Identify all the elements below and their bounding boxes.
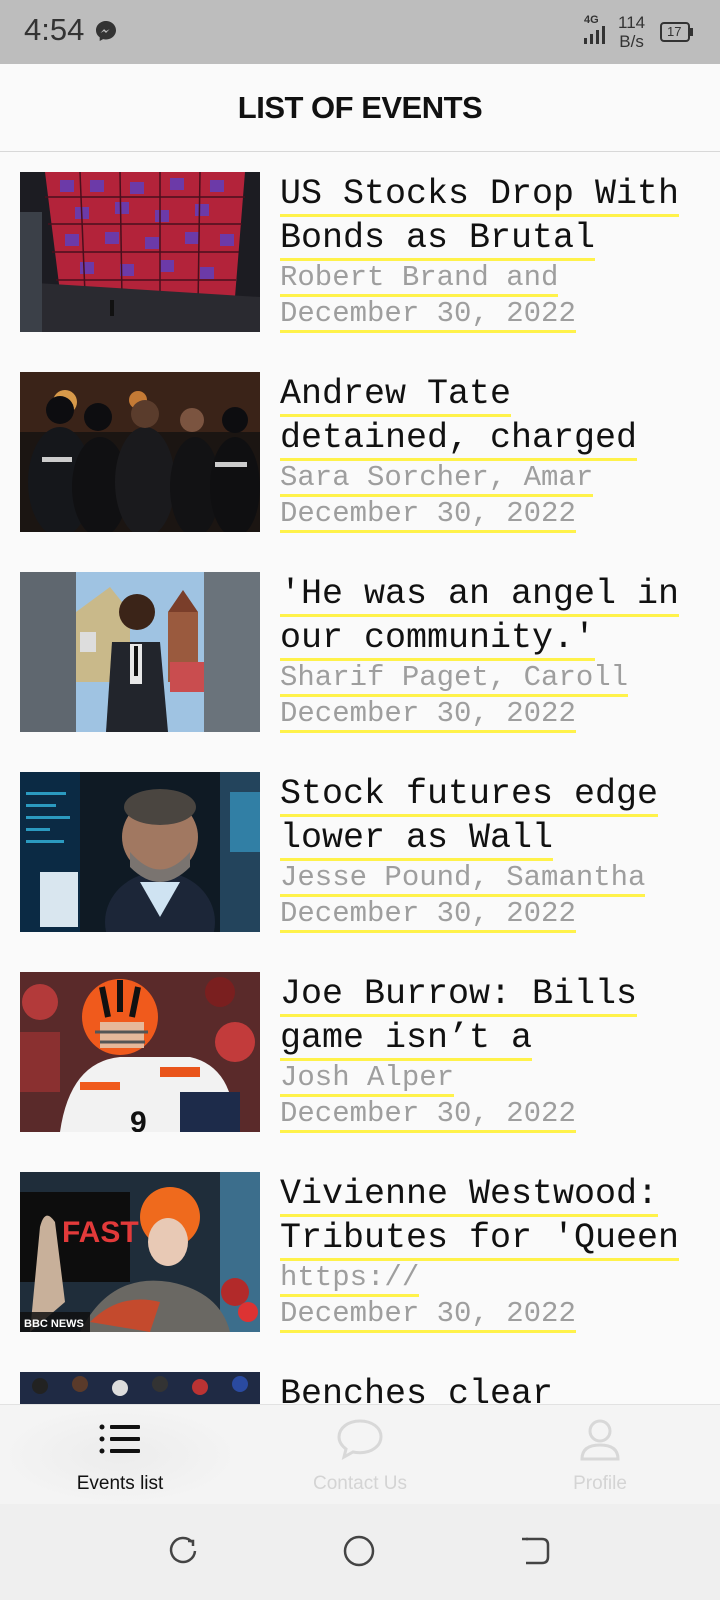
event-thumbnail[interactable] — [20, 772, 260, 932]
event-title: detained, charged — [280, 418, 638, 461]
event-item[interactable]: US Stocks Drop With Bonds as Brutal Robe… — [0, 152, 720, 352]
list-icon — [96, 1417, 144, 1466]
event-title: 'He was an angel in — [280, 574, 680, 617]
status-time: 4:54 — [24, 12, 85, 47]
event-date: December 30, 2022 — [280, 1297, 576, 1333]
nav-profile[interactable]: Profile — [480, 1405, 720, 1505]
system-navigation-bar — [0, 1504, 720, 1600]
event-thumbnail[interactable]: FAST BBC NEWS — [20, 1172, 260, 1332]
bottom-navigation: Events list Contact Us Profile — [0, 1404, 720, 1505]
event-item[interactable]: Benches clear — [0, 1352, 720, 1404]
event-item[interactable]: 'He was an angel in our community.' Shar… — [0, 552, 720, 752]
event-date: December 30, 2022 — [280, 297, 576, 333]
event-thumbnail[interactable] — [20, 572, 260, 732]
event-title: Vivienne Westwood: — [280, 1174, 659, 1217]
event-date: December 30, 2022 — [280, 897, 576, 933]
chat-bubble-icon — [336, 1417, 384, 1466]
fast-text: FAST — [62, 1216, 139, 1249]
signal-icon — [584, 26, 606, 49]
event-item[interactable]: FAST BBC NEWS Vivienne Westwood: Tribute… — [0, 1152, 720, 1352]
nav-label: Profile — [573, 1473, 627, 1494]
event-date: December 30, 2022 — [280, 497, 576, 533]
page-title: LIST OF EVENTS — [237, 90, 483, 125]
event-author: Sara Sorcher, Amar — [280, 461, 594, 497]
nav-label: Events list — [76, 1473, 164, 1494]
event-title: game isn’t a — [280, 1018, 533, 1061]
messenger-icon — [94, 19, 118, 48]
event-thumbnail[interactable] — [20, 372, 260, 532]
event-thumbnail[interactable] — [20, 1372, 260, 1404]
event-title: Stock futures edge — [280, 774, 659, 817]
event-title: Benches clear — [280, 1374, 554, 1404]
event-title: US Stocks Drop With — [280, 174, 680, 217]
nav-contact-us[interactable]: Contact Us — [240, 1405, 480, 1505]
event-item[interactable]: Andrew Tate detained, charged Sara Sorch… — [0, 352, 720, 552]
status-bar: 4:54 4G 114 B/s 17 — [0, 0, 720, 64]
app-header: LIST OF EVENTS — [0, 64, 720, 152]
event-title: Bonds as Brutal — [280, 218, 596, 261]
event-title: Joe Burrow: Bills — [280, 974, 638, 1017]
network-speed: 114 B/s — [618, 13, 646, 51]
event-title: Andrew Tate — [280, 374, 512, 417]
event-title: our community.' — [280, 618, 596, 661]
event-date: December 30, 2022 — [280, 1097, 576, 1133]
event-author: Josh Alper — [280, 1061, 455, 1097]
home-icon[interactable] — [342, 1534, 376, 1573]
network-type: 4G — [584, 14, 599, 26]
event-list[interactable]: US Stocks Drop With Bonds as Brutal Robe… — [0, 152, 720, 1404]
back-icon[interactable] — [518, 1534, 552, 1573]
event-thumbnail[interactable]: 9 — [20, 972, 260, 1132]
profile-icon — [576, 1417, 624, 1466]
event-thumbnail[interactable] — [20, 172, 260, 332]
event-author: Jesse Pound, Samantha — [280, 861, 646, 897]
event-title: lower as Wall — [280, 818, 554, 861]
nav-label: Contact Us — [313, 1473, 407, 1494]
svg-text:9: 9 — [130, 1106, 147, 1132]
event-author: https:// — [280, 1261, 420, 1297]
event-date: December 30, 2022 — [280, 697, 576, 733]
event-author: Sharif Paget, Caroll — [280, 661, 629, 697]
nav-events-list[interactable]: Events list — [0, 1405, 240, 1505]
event-item[interactable]: 9 Joe Burrow: Bills game isn’t a Josh Al… — [0, 952, 720, 1152]
event-title: Tributes for 'Queen — [280, 1218, 680, 1261]
event-item[interactable]: Stock futures edge lower as Wall Jesse P… — [0, 752, 720, 952]
event-author: Robert Brand and — [280, 261, 559, 297]
recent-apps-icon[interactable] — [166, 1534, 200, 1573]
battery-level: 17 — [667, 24, 682, 39]
bbc-news-logo: BBC NEWS — [24, 1318, 84, 1330]
